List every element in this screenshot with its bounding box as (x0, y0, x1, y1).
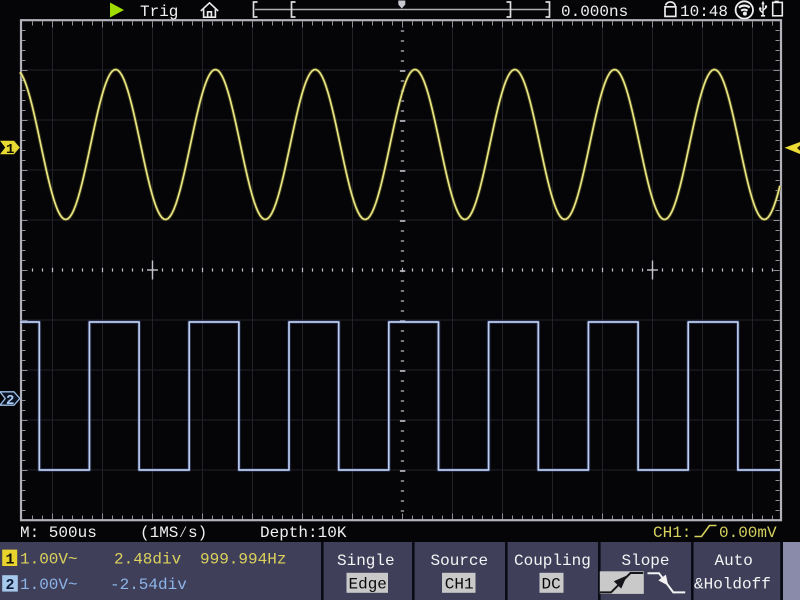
svg-text:1: 1 (6, 552, 15, 569)
svg-text:-2.54div: -2.54div (110, 576, 187, 594)
svg-text:CH1:: CH1: (653, 524, 691, 542)
svg-text:999.994Hz: 999.994Hz (200, 551, 286, 569)
svg-text:CH1: CH1 (445, 576, 474, 594)
svg-text:1.00V~: 1.00V~ (20, 551, 78, 569)
svg-text:&Holdoff: &Holdoff (694, 576, 771, 594)
svg-text:(1MS∕s): (1MS∕s) (140, 524, 207, 542)
svg-text:1: 1 (6, 142, 14, 158)
svg-text:DC: DC (542, 576, 561, 594)
svg-text:10:48: 10:48 (680, 3, 728, 21)
svg-text:2: 2 (6, 393, 14, 409)
svg-text:Single: Single (337, 552, 395, 570)
svg-text:Coupling: Coupling (514, 552, 591, 570)
svg-text:2: 2 (6, 577, 15, 594)
svg-text:Slope: Slope (622, 552, 670, 570)
svg-text:2.48div: 2.48div (114, 551, 182, 569)
svg-text:0.000ns: 0.000ns (561, 3, 628, 21)
svg-text:Auto: Auto (715, 552, 753, 570)
svg-text:Edge: Edge (349, 576, 387, 594)
svg-text:Depth:10K: Depth:10K (260, 524, 347, 542)
svg-text:0.00mV: 0.00mV (719, 524, 777, 542)
svg-text:1.00V~: 1.00V~ (20, 576, 78, 594)
svg-text:Trig: Trig (140, 3, 178, 21)
svg-text:Source: Source (431, 552, 489, 570)
svg-text:M: 500us: M: 500us (20, 524, 97, 542)
